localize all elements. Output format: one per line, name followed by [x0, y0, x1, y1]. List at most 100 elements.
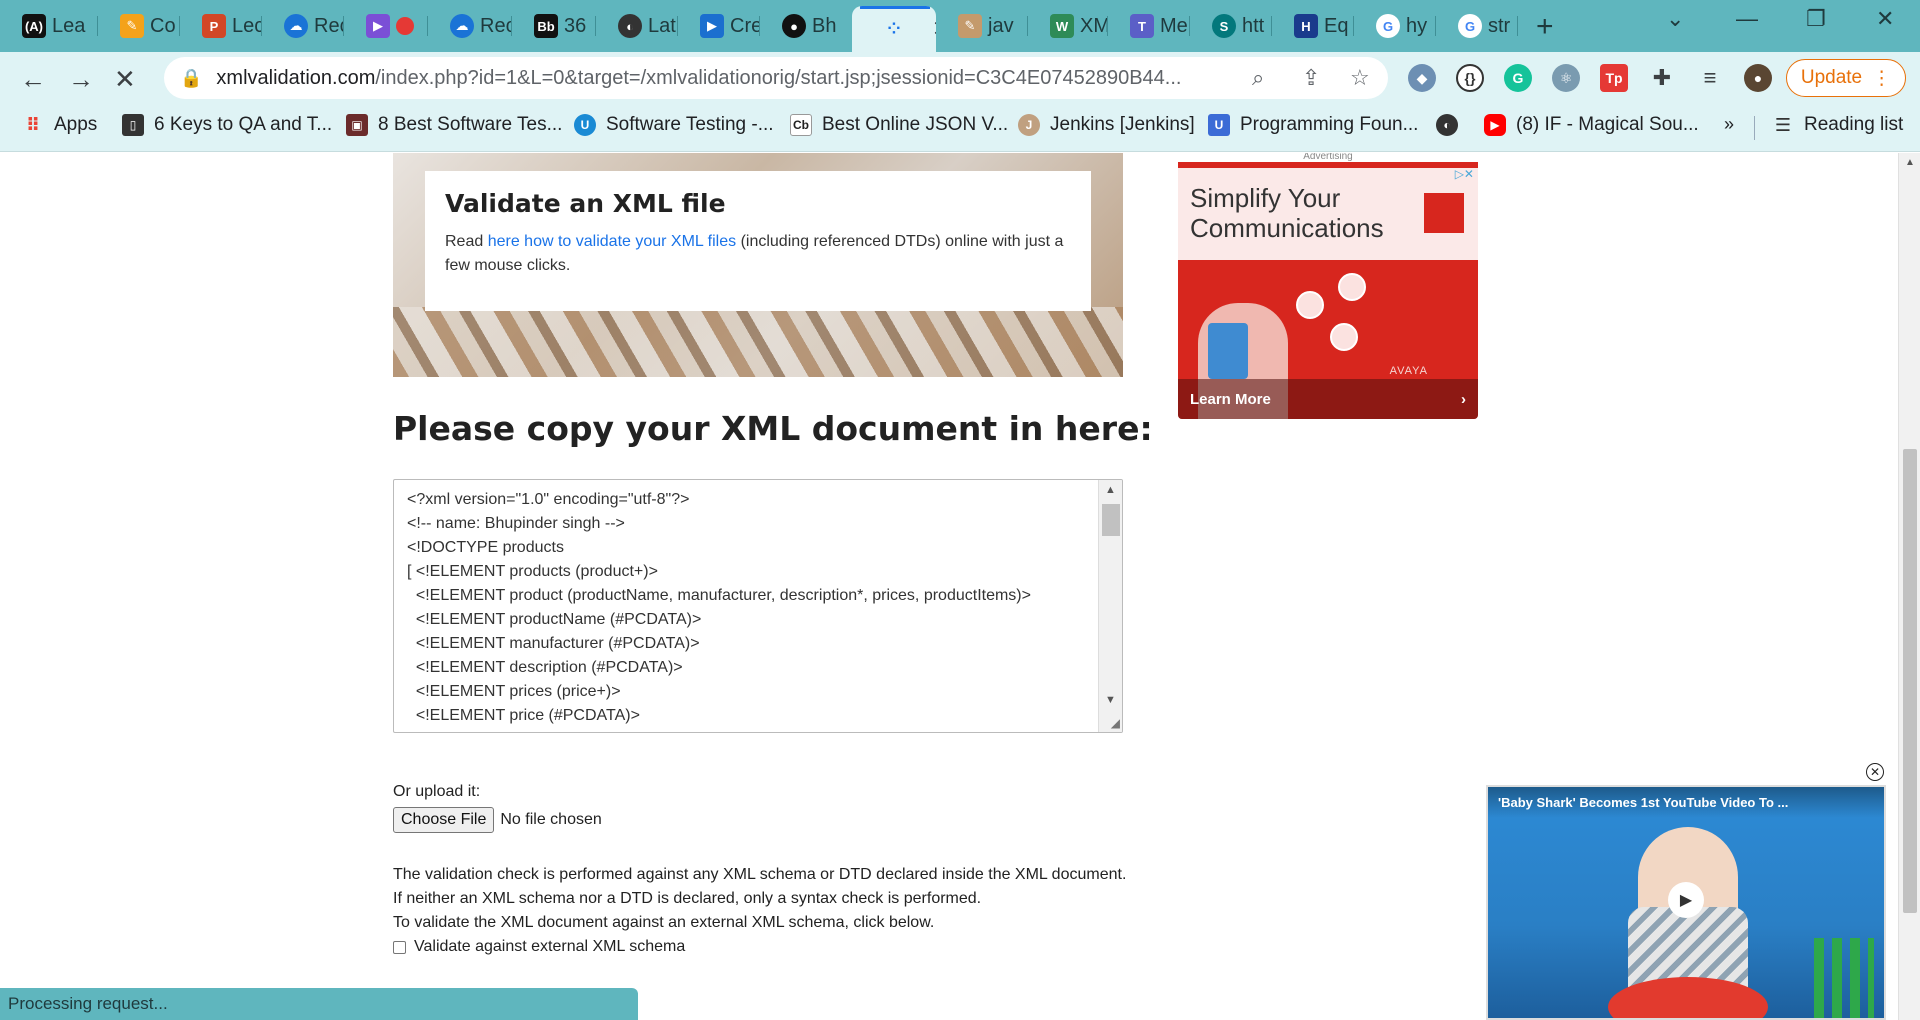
- bookmarks-bar: ⠿ Apps ▯ 6 Keys to QA and T... ▣ 8 Best Sof…: [0, 104, 1920, 152]
- info-line: The validation check is performed agains…: [393, 866, 1127, 883]
- xml-input-textarea[interactable]: <?xml version="1.0" encoding="utf-8"?> <!…: [393, 479, 1123, 733]
- bookmark-apps[interactable]: ⠿ Apps: [22, 114, 97, 136]
- screen-bubble-icon: [1330, 323, 1358, 351]
- ad-choices-icon[interactable]: ▷✕: [1455, 167, 1474, 181]
- bookmark-7[interactable]: ◐: [1436, 114, 1458, 136]
- avatar[interactable]: ●: [1744, 64, 1772, 92]
- tab-5[interactable]: ☁ Rec: [428, 8, 512, 44]
- stop-loading-icon[interactable]: ✕: [114, 64, 136, 95]
- tp-icon[interactable]: Tp: [1600, 64, 1628, 92]
- resize-handle-icon[interactable]: ◢: [1111, 716, 1120, 730]
- hero-title: Validate an XML file: [445, 189, 726, 218]
- bookmark-3[interactable]: U Software Testing -...: [574, 114, 774, 136]
- advertisement[interactable]: Advertising ▷✕ Simplify Your Communicatio…: [1178, 153, 1478, 419]
- bookmark-1[interactable]: ▯ 6 Keys to QA and T...: [122, 114, 332, 136]
- google-icon: G: [1458, 14, 1482, 38]
- media-queue-icon[interactable]: ≡: [1696, 64, 1724, 92]
- tab-11[interactable]: ✎ jav: [936, 8, 1028, 44]
- bookmark-5[interactable]: J Jenkins [Jenkins]: [1018, 114, 1195, 136]
- tab-3[interactable]: ☁ Rec: [262, 8, 344, 44]
- xml-content: <?xml version="1.0" encoding="utf-8"?> <!…: [407, 488, 1031, 728]
- bookmark-8[interactable]: ▶ (8) IF - Magical Sou...: [1484, 114, 1699, 136]
- bookmark-2[interactable]: ▣ 8 Best Software Tes...: [346, 114, 562, 136]
- url-path: /index.php?id=1&L=0&target=/xmlvalidatio…: [375, 66, 1182, 89]
- udemy-icon: U: [1208, 114, 1230, 136]
- tab-4[interactable]: ▶: [344, 8, 428, 44]
- globe-icon: ◐: [618, 14, 642, 38]
- tab-1[interactable]: ✎ Co: [98, 8, 180, 44]
- new-tab-button[interactable]: +: [1536, 10, 1554, 44]
- page-scrollbar[interactable]: ▲: [1898, 153, 1920, 1020]
- external-schema-checkbox[interactable]: [393, 940, 406, 954]
- play-icon[interactable]: ▶: [1668, 882, 1704, 918]
- scroll-thumb[interactable]: [1102, 504, 1120, 536]
- tab-8[interactable]: ▶ Cre: [678, 8, 760, 44]
- tab-14[interactable]: Shtt: [1190, 8, 1272, 44]
- tab-17[interactable]: Gstr: [1436, 8, 1518, 44]
- tab-12[interactable]: W XM: [1028, 8, 1108, 44]
- xml-line: [ <!ELEMENT products (product+)>: [407, 563, 658, 580]
- ad-headline-1: Simplify Your: [1190, 183, 1341, 213]
- bookmark-star-icon[interactable]: ☆: [1350, 65, 1370, 91]
- window-close-icon[interactable]: ✕: [1876, 6, 1894, 32]
- video-title: 'Baby Shark' Becomes 1st YouTube Video T…: [1488, 787, 1884, 818]
- reading-list-icon: ☰: [1774, 114, 1792, 135]
- address-bar[interactable]: 🔒 xmlvalidation.com/index.php?id=1&L=0&t…: [164, 57, 1388, 99]
- tab-15[interactable]: H Eq: [1272, 8, 1354, 44]
- ai-icon: (A): [22, 14, 46, 38]
- back-arrow-icon[interactable]: ←: [20, 64, 46, 95]
- tab-16[interactable]: Ghy: [1354, 8, 1436, 44]
- page-scroll-thumb[interactable]: [1903, 449, 1917, 913]
- tab-label: hy: [1406, 14, 1428, 37]
- tab-active-xmlvalidation[interactable]: ⁘✕: [852, 6, 936, 52]
- extension-feather-icon[interactable]: ◆: [1408, 64, 1436, 92]
- minimize-icon[interactable]: —: [1736, 6, 1758, 32]
- bookmark-4[interactable]: Cb Best Online JSON V...: [790, 114, 1008, 136]
- textarea-scrollbar[interactable]: ▲ ▼: [1098, 480, 1122, 732]
- scroll-down-icon[interactable]: ▼: [1105, 694, 1116, 706]
- u-icon: U: [574, 114, 596, 136]
- grammarly-icon[interactable]: G: [1504, 64, 1532, 92]
- tab-label: 36: [564, 14, 587, 37]
- tab-9[interactable]: ● Bh: [760, 8, 850, 44]
- page-title: Please copy your XML document in here:: [393, 409, 1153, 448]
- video-close-icon[interactable]: ✕: [1866, 763, 1884, 781]
- tab-2[interactable]: P Lec: [180, 8, 262, 44]
- url-text[interactable]: xmlvalidation.com/index.php?id=1&L=0&tar…: [216, 67, 1246, 90]
- validate-howto-link[interactable]: here how to validate your XML files: [488, 233, 736, 250]
- tab-0[interactable]: (A) Lea: [0, 8, 98, 44]
- page-scroll-up-icon[interactable]: ▲: [1905, 157, 1915, 168]
- reading-list-label: Reading list: [1804, 114, 1904, 135]
- extensions-puzzle-icon[interactable]: ✚: [1648, 64, 1676, 92]
- learn-more-button[interactable]: Learn More ›: [1178, 379, 1478, 419]
- extension-code-icon[interactable]: {}: [1456, 64, 1484, 92]
- scroll-up-icon[interactable]: ▲: [1105, 484, 1116, 496]
- xml-line: <!ELEMENT productName (#PCDATA)>: [407, 611, 702, 628]
- forward-arrow-icon[interactable]: →: [68, 64, 94, 95]
- onedrive-icon: ☁: [450, 14, 474, 38]
- tab-7[interactable]: ◐ Lat: [596, 8, 678, 44]
- choose-file-button[interactable]: Choose File: [393, 807, 495, 833]
- chevron-right-icon: ›: [1461, 390, 1466, 408]
- bookmark-label: Programming Foun...: [1240, 114, 1419, 135]
- share-icon[interactable]: ⇪: [1302, 65, 1320, 91]
- more-bookmarks-icon[interactable]: »: [1724, 114, 1734, 135]
- tab-13[interactable]: T Me: [1108, 8, 1190, 44]
- bookmark-6[interactable]: U Programming Foun...: [1208, 114, 1418, 136]
- update-label: Update: [1800, 67, 1863, 88]
- hp-icon: H: [1294, 14, 1318, 38]
- reading-list[interactable]: ☰ Reading list: [1772, 114, 1903, 136]
- file-status: No file chosen: [500, 811, 602, 828]
- zoom-icon[interactable]: ⌕: [1252, 65, 1264, 91]
- floating-video-player[interactable]: 'Baby Shark' Becomes 1st YouTube Video T…: [1486, 785, 1886, 1020]
- update-button[interactable]: Update ⋮: [1786, 59, 1906, 97]
- tab-search-icon[interactable]: ⌄: [1666, 6, 1684, 32]
- restore-icon[interactable]: ❐: [1806, 6, 1826, 32]
- external-schema-option[interactable]: Validate against external XML schema: [393, 935, 1126, 959]
- tab-label: Lat: [648, 14, 676, 37]
- tab-label: XM: [1080, 14, 1108, 37]
- tab-strip: (A) Lea ✎ Co P Lec ☁ Rec ▶ ☁ Rec Bb 36 ◐ Lat ▶ C…: [0, 0, 1920, 52]
- react-icon[interactable]: ⚛: [1552, 64, 1580, 92]
- xml-line: <?xml version="1.0" encoding="utf-8"?>: [407, 491, 690, 508]
- tab-6[interactable]: Bb 36: [512, 8, 596, 44]
